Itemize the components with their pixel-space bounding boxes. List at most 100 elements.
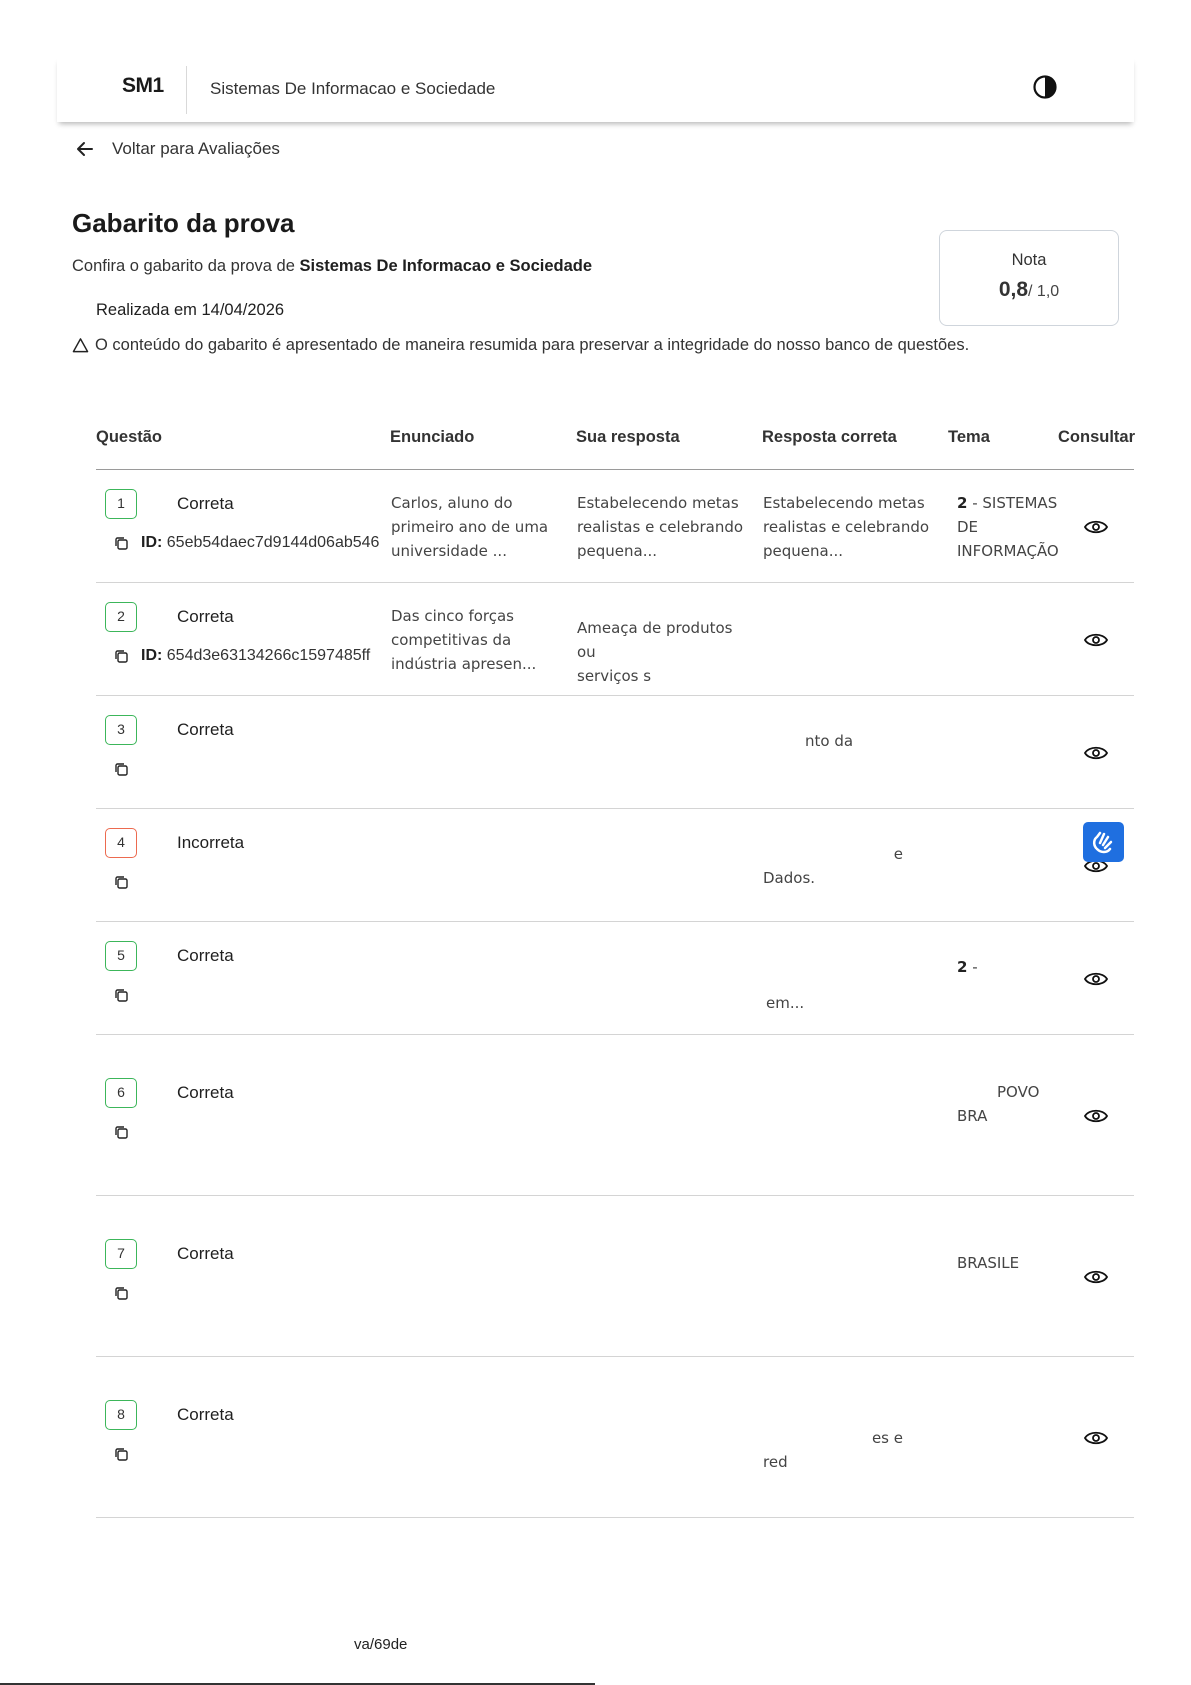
correct-answer-cell-line: nto da xyxy=(805,732,854,750)
header-tema: Tema xyxy=(948,428,990,446)
question-id-label: ID: xyxy=(141,534,163,551)
question-number-badge: 4 xyxy=(105,828,137,858)
statement-cell: Das cinco forças competitivas da indústria… xyxy=(391,604,566,676)
table-row: 6 Correta POVO BRA xyxy=(96,1035,1134,1196)
statement-cell-line: primeiro ano de uma xyxy=(391,518,549,536)
copy-id-icon[interactable] xyxy=(113,987,130,1004)
question-number-badge: 1 xyxy=(105,489,137,519)
view-question-eye-icon[interactable] xyxy=(1083,517,1109,537)
statement-cell: Carlos, aluno do primeiro ano de uma unive… xyxy=(391,491,566,563)
your-answer-cell-line: Ameaça de produtos ou xyxy=(577,619,733,661)
theme-line: BRA xyxy=(957,1107,988,1125)
statement-cell-line: indústria apresen... xyxy=(391,655,537,673)
table-row: 5 Correta em... 2 - xyxy=(96,922,1134,1035)
your-answer-cell-line: pequena... xyxy=(577,542,658,560)
correct-answer-cell-line: Dados. xyxy=(763,869,816,887)
correct-answer-cell-line: Estabelecendo metas xyxy=(763,494,925,512)
correct-answer-cell-line: realistas e celebrando xyxy=(763,518,930,536)
header-consultar: Consultar xyxy=(1058,428,1136,446)
contrast-icon[interactable] xyxy=(1032,74,1058,100)
statement-cell-line: competitivas da xyxy=(391,631,512,649)
theme-cell: 2 - SISTEMAS DE INFORMAÇÃO xyxy=(957,491,1067,563)
your-answer-cell-line: realistas e celebrando xyxy=(577,518,744,536)
view-question-eye-icon[interactable] xyxy=(1083,1106,1109,1126)
logo[interactable]: SM1 xyxy=(122,74,164,98)
table-row: 7 Correta BRASILE xyxy=(96,1196,1134,1357)
question-number-badge: 6 xyxy=(105,1078,137,1108)
subtitle-course: Sistemas De Informacao e Sociedade xyxy=(299,257,593,275)
copy-id-icon[interactable] xyxy=(113,1446,130,1463)
statement-cell-line: Carlos, aluno do xyxy=(391,494,513,512)
question-status: Correta xyxy=(177,1244,234,1263)
vlibras-accessibility-button[interactable] xyxy=(1083,822,1124,862)
correct-answer-cell-line: pequena... xyxy=(763,542,844,560)
warning-text: O conteúdo do gabarito é apresentado de … xyxy=(95,336,970,354)
footer-fragment: va/69de xyxy=(354,1636,408,1653)
your-answer-cell-line: Estabelecendo metas xyxy=(577,494,739,512)
question-number-badge: 5 xyxy=(105,941,137,971)
copy-id-icon[interactable] xyxy=(113,874,130,891)
page-title: Gabarito da prova xyxy=(72,208,295,238)
copy-id-icon[interactable] xyxy=(113,1285,130,1302)
table-row: 8 Correta es e red xyxy=(96,1357,1134,1518)
table-row: 4 Incorreta e Dados. xyxy=(96,809,1134,922)
your-answer-cell-line: serviços s xyxy=(577,667,652,685)
table-header: Questão Enunciado Sua resposta Resposta … xyxy=(96,428,1136,470)
copy-id-icon[interactable] xyxy=(113,1124,130,1141)
view-question-eye-icon[interactable] xyxy=(1083,630,1109,650)
view-question-eye-icon[interactable] xyxy=(1083,1267,1109,1287)
table-row: 3 Correta nto da xyxy=(96,696,1134,809)
subtitle-prefix: Confira o gabarito da prova de xyxy=(72,257,300,275)
your-answer-cell: Estabelecendo metas realistas e celebrand… xyxy=(577,491,752,563)
copy-id-icon[interactable] xyxy=(113,761,130,778)
statement-cell-line: Das cinco forças xyxy=(391,607,514,625)
grade-label: Nota xyxy=(1011,251,1047,269)
question-status: Correta xyxy=(177,607,234,626)
theme-cell: 2 - xyxy=(957,955,1067,979)
question-id: ID: 654d3e63134266c1597485ff xyxy=(141,647,370,665)
header-sua-resposta: Sua resposta xyxy=(576,428,680,446)
exam-date: Realizada em 14/04/2026 xyxy=(96,301,285,319)
question-status: Correta xyxy=(177,1083,234,1102)
question-id-value: 654d3e63134266c1597485ff xyxy=(166,647,371,664)
view-question-eye-icon[interactable] xyxy=(1083,1428,1109,1448)
grade-card: Nota 0,8/ 1,0 xyxy=(939,230,1119,326)
question-number-badge: 3 xyxy=(105,715,137,745)
view-question-eye-icon[interactable] xyxy=(1083,969,1109,989)
correct-answer-cell-line: red xyxy=(763,1453,788,1471)
correct-answer-cell: Estabelecendo metas realistas e celebrand… xyxy=(763,491,938,563)
question-id: ID: 65eb54daec7d9144d06ab546 xyxy=(141,534,379,552)
header-divider xyxy=(186,66,187,114)
grade-score: 0,8 xyxy=(998,278,1029,301)
grade-value: 0,8/ 1,0 xyxy=(940,278,1118,302)
copy-id-icon[interactable] xyxy=(113,648,130,665)
correct-answer-cell: e Dados. xyxy=(763,842,913,890)
theme-cell: POVO BRA xyxy=(957,1080,1067,1128)
back-to-evaluations-link[interactable]: Voltar para Avaliações xyxy=(74,138,280,160)
header-enunciado: Enunciado xyxy=(390,428,475,446)
question-number-badge: 2 xyxy=(105,602,137,632)
correct-answer-cell-line: e xyxy=(893,845,903,863)
arrow-left-icon xyxy=(77,142,93,156)
question-number-badge: 8 xyxy=(105,1400,137,1430)
view-question-eye-icon[interactable] xyxy=(1083,743,1109,763)
header-questao: Questão xyxy=(96,428,163,446)
copy-id-icon[interactable] xyxy=(113,535,130,552)
header-resposta-correta: Resposta correta xyxy=(762,428,897,446)
your-answer-cell: Ameaça de produtos ou serviços s xyxy=(577,616,752,688)
correct-answer-cell-line: em... xyxy=(766,994,805,1012)
course-title: Sistemas De Informacao e Sociedade xyxy=(210,79,496,98)
question-id-label: ID: xyxy=(141,647,163,664)
table-row: 1 Correta ID: 65eb54daec7d9144d06ab546 Carl… xyxy=(96,470,1134,583)
theme-line: DE xyxy=(957,518,979,536)
theme-line: POVO xyxy=(997,1083,1040,1101)
question-status: Correta xyxy=(177,946,234,965)
correct-answer-cell: es e red xyxy=(763,1426,913,1474)
question-status: Correta xyxy=(177,720,234,739)
theme-number: 2 xyxy=(957,958,968,976)
table-row: 2 Correta ID: 654d3e63134266c1597485ff Das … xyxy=(96,583,1134,696)
theme-line: BRASILE xyxy=(957,1254,1020,1272)
warning-icon xyxy=(72,338,89,353)
hand-sign-icon xyxy=(1092,831,1113,854)
theme-cell: BRASILE xyxy=(957,1251,1067,1275)
